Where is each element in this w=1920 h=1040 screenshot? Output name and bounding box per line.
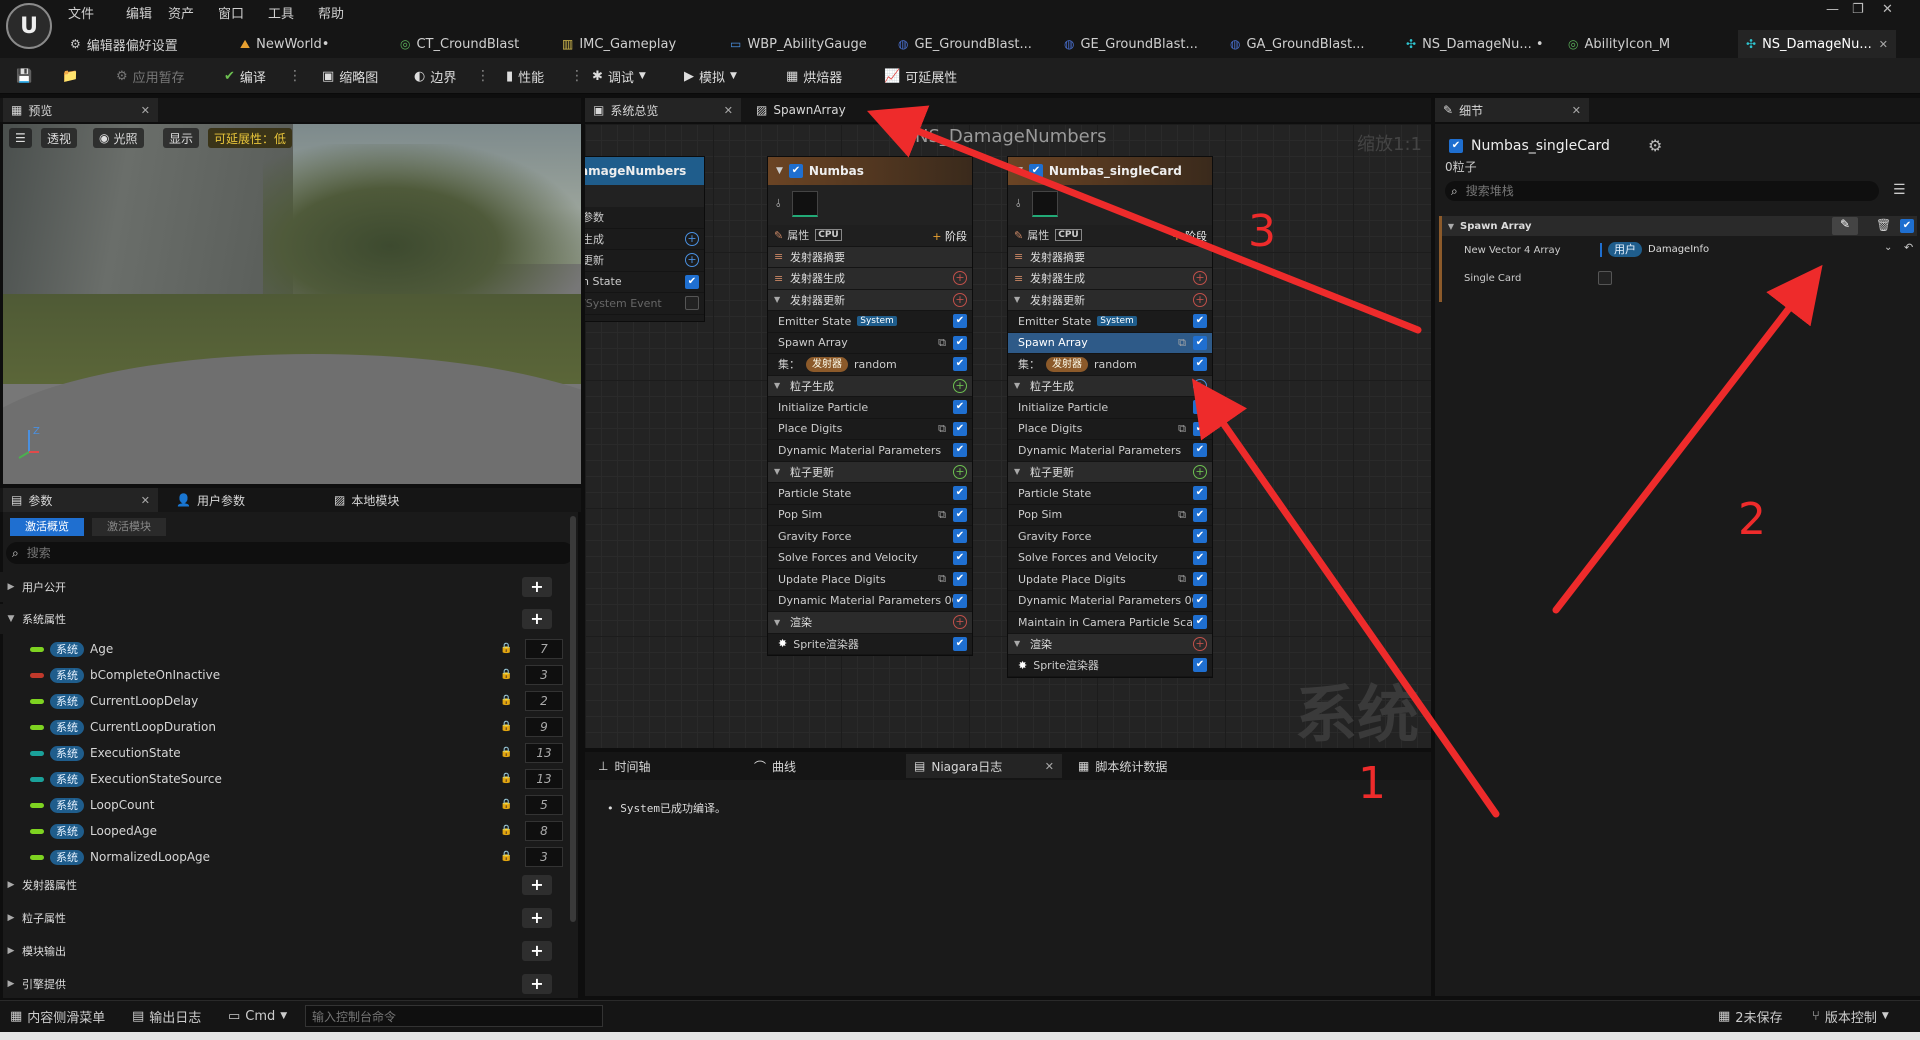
annotation-label-2: 2 bbox=[1738, 494, 1766, 545]
annotation-arrow-3 bbox=[866, 105, 1422, 334]
annotation-arrow-1 bbox=[1191, 378, 1500, 818]
annotation-label-3: 3 bbox=[1248, 206, 1276, 257]
annotation-label-1: 1 bbox=[1358, 758, 1386, 809]
annotation-arrow-2 bbox=[1552, 264, 1823, 614]
annotation-overlay bbox=[866, 105, 1823, 818]
unreal-logo[interactable]: U bbox=[6, 3, 52, 49]
